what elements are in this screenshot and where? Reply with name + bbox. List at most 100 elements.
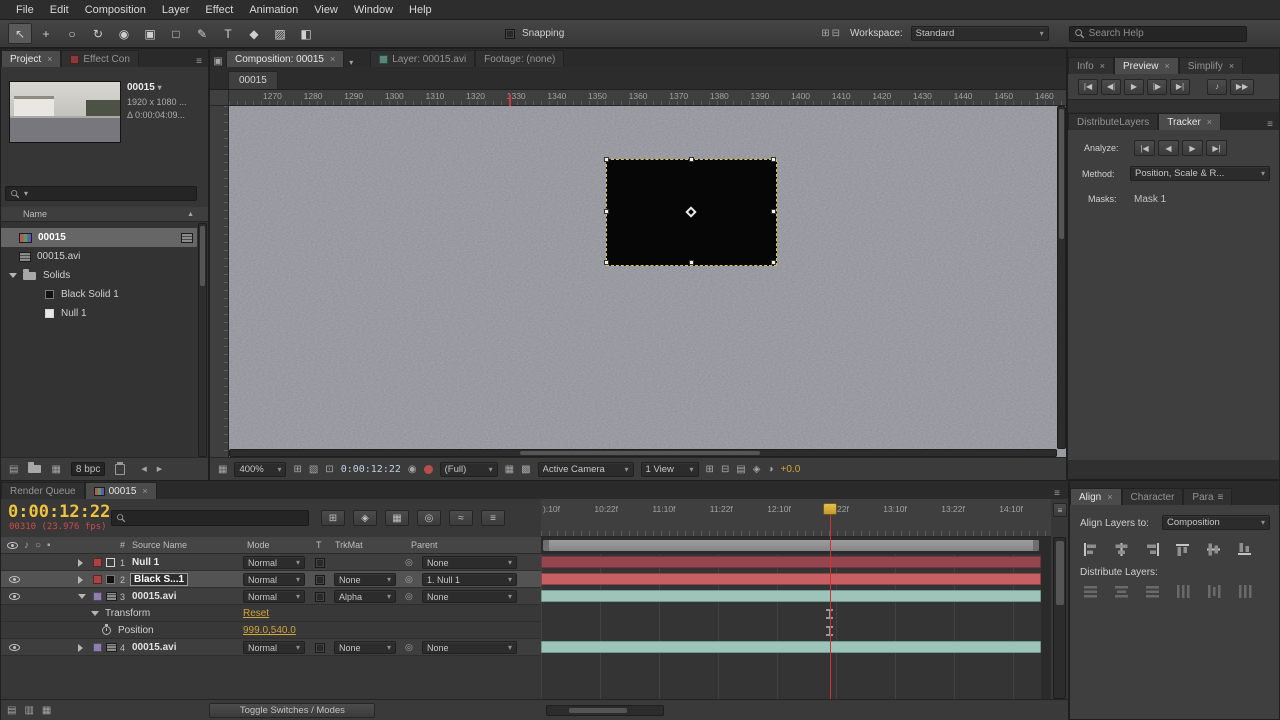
close-icon[interactable]: × [1100, 61, 1105, 71]
prev-frame-button[interactable]: ◀| [1101, 78, 1121, 95]
selection-handle[interactable] [771, 260, 776, 265]
eye-icon[interactable] [9, 644, 20, 651]
next-arrow-icon[interactable]: ▶ [157, 465, 162, 473]
project-item-black-solid-1[interactable]: Black Solid 1 [1, 285, 197, 304]
close-icon[interactable]: × [142, 486, 147, 496]
twirl-right-icon[interactable] [78, 643, 83, 652]
vertical-ruler[interactable] [210, 106, 229, 457]
layer-bar-2[interactable] [541, 573, 1041, 585]
grid-icon[interactable]: ⊞ [706, 464, 714, 475]
layer-name[interactable]: Null 1 [132, 554, 159, 571]
layer-row-2[interactable]: 2 Black S...1 Normal None ◎ 1. Null 1 [1, 571, 541, 588]
preserve-transparency-checkbox[interactable] [315, 557, 325, 568]
parent-dropdown[interactable]: 1. Null 1 [422, 573, 517, 586]
pixel-aspect-icon[interactable]: ▤ [736, 464, 745, 475]
mode-column-header[interactable]: Mode [247, 540, 270, 550]
clone-stamp-tool[interactable]: ▨ [268, 23, 292, 44]
motion-blur-button[interactable]: ≈ [449, 510, 473, 526]
mask-shape-tool[interactable]: □ [164, 23, 188, 44]
trkmat-dropdown[interactable]: None [334, 573, 396, 586]
position-label[interactable]: Position [118, 622, 154, 639]
selection-handle[interactable] [604, 260, 609, 265]
name-column-header[interactable]: Name [23, 209, 47, 219]
twirl-right-icon[interactable] [78, 558, 83, 567]
menu-composition[interactable]: Composition [77, 4, 154, 16]
analyze-forward-button[interactable]: ▶ [1182, 140, 1203, 156]
t-column-header[interactable]: T [316, 540, 322, 550]
prev-arrow-icon[interactable]: ◀ [141, 465, 146, 473]
mask-visibility-icon[interactable]: ▧ [309, 464, 318, 475]
position-property-row[interactable]: Position 999.0,540.0 [1, 622, 541, 639]
view-options-icon[interactable]: ▦ [218, 464, 227, 475]
tab-composition-00015[interactable]: Composition: 00015 × [226, 50, 345, 67]
menu-animation[interactable]: Animation [241, 4, 306, 16]
align-right-icon[interactable] [1140, 543, 1164, 556]
tab-project[interactable]: Project × [1, 50, 62, 67]
distribute-horizontal-center-icon[interactable] [1202, 585, 1226, 598]
distribute-bottom-icon[interactable] [1140, 585, 1164, 598]
transform-group-row[interactable]: Transform Reset [1, 605, 541, 622]
region-of-interest-icon[interactable]: ▦ [505, 464, 514, 475]
close-icon[interactable]: × [330, 54, 335, 64]
horizontal-ruler[interactable]: 1270 1280 1290 1300 1310 1320 1330 1340 1350 1360… [229, 90, 1066, 106]
twirl-down-icon[interactable] [9, 273, 17, 278]
brush-tool[interactable]: ◆ [242, 23, 266, 44]
align-vertical-center-icon[interactable] [1202, 543, 1226, 556]
layer-bar-1[interactable] [541, 556, 1041, 568]
menu-help[interactable]: Help [401, 4, 440, 16]
transform-label[interactable]: Transform [105, 605, 150, 622]
resolution-dropdown[interactable]: (Full) [439, 461, 498, 477]
selection-handle[interactable] [604, 157, 609, 162]
playhead-handle[interactable] [823, 503, 837, 515]
close-icon[interactable]: × [47, 54, 52, 64]
menu-window[interactable]: Window [346, 4, 401, 16]
analyze-forward-1-button[interactable]: ▶| [1206, 140, 1227, 156]
menu-effect[interactable]: Effect [197, 4, 241, 16]
tab-character[interactable]: Character [1121, 488, 1184, 505]
mode-dropdown[interactable]: Normal [243, 590, 305, 603]
tab-layer-00015-avi[interactable]: Layer: 00015.avi [370, 50, 476, 67]
parent-dropdown[interactable]: None [422, 590, 517, 603]
selection-handle[interactable] [689, 260, 694, 265]
rotation-tool[interactable]: ↻ [86, 23, 110, 44]
label-color-chip[interactable] [93, 643, 102, 652]
comp-mini-flowchart-button[interactable]: ⊞ [321, 510, 345, 526]
label-color-chip[interactable] [93, 575, 102, 584]
trkmat-dropdown[interactable]: None [334, 641, 396, 654]
align-left-icon[interactable] [1078, 543, 1102, 556]
close-icon[interactable]: × [1107, 492, 1112, 502]
project-item-00015[interactable]: 00015 [1, 228, 197, 247]
new-folder-icon[interactable] [28, 462, 42, 473]
tab-timeline-00015[interactable]: 00015 × [84, 482, 157, 499]
frame-blend-button[interactable]: ◎ [417, 510, 441, 526]
magnification-dropdown[interactable]: 400% [234, 461, 287, 477]
chevron-down-icon[interactable]: ▾ [158, 83, 162, 92]
pickwhip-icon[interactable]: ◎ [405, 557, 413, 568]
project-scrollbar[interactable] [198, 223, 207, 457]
menu-layer[interactable]: Layer [154, 4, 198, 16]
view-layout-dropdown[interactable]: 1 View [640, 461, 699, 477]
project-item-solids[interactable]: Solids [1, 266, 197, 285]
new-composition-icon[interactable]: ▦ [51, 464, 60, 475]
align-horizontal-center-icon[interactable] [1109, 543, 1133, 556]
exposure-value[interactable]: +0.0 [781, 464, 801, 475]
distribute-left-icon[interactable] [1171, 585, 1195, 598]
work-area-start-handle[interactable] [543, 540, 549, 551]
twirl-down-icon[interactable] [91, 611, 99, 616]
audio-toggle-button[interactable]: ♪ [1207, 78, 1227, 95]
trkmat-dropdown[interactable]: Alpha [334, 590, 396, 603]
twirl-right-icon[interactable] [78, 575, 83, 584]
tab-simplify[interactable]: Simplify × [1178, 57, 1244, 74]
safe-zones-icon[interactable]: ⊞ [293, 464, 301, 475]
tab-paragraph[interactable]: Para ≡ [1183, 488, 1233, 505]
align-bottom-icon[interactable] [1233, 543, 1257, 556]
menu-file[interactable]: File [8, 4, 42, 16]
distribute-vertical-center-icon[interactable] [1109, 585, 1133, 598]
parent-dropdown[interactable]: None [422, 641, 517, 654]
layer-name[interactable]: 00015.avi [132, 639, 177, 656]
twirl-down-icon[interactable] [78, 594, 86, 599]
hand-tool[interactable]: + [34, 23, 58, 44]
project-item-null-1[interactable]: Null 1 [1, 304, 197, 323]
zoom-tool[interactable]: ○ [60, 23, 84, 44]
draft-3d-button[interactable]: ◈ [353, 510, 377, 526]
